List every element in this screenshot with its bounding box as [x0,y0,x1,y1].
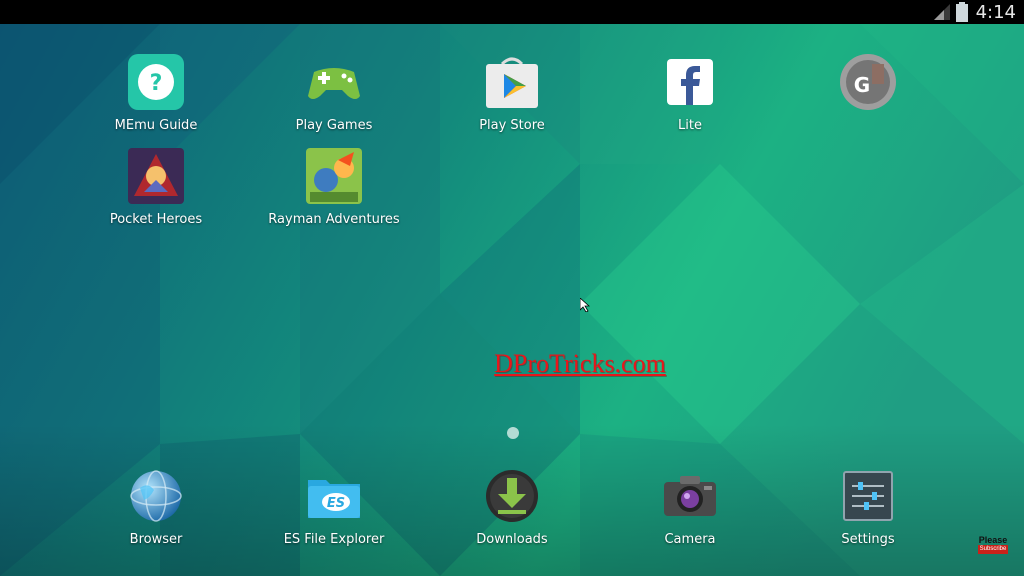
app-play-games[interactable]: Play Games [264,52,404,133]
dock-browser[interactable]: Browser [86,466,226,547]
signal-icon [934,4,950,20]
browser-globe-icon [126,466,186,526]
status-bar: 4:14 [0,0,1024,24]
google-settings-icon: G [838,52,898,112]
app-label: Play Games [295,118,373,133]
mouse-cursor-icon [580,298,590,312]
svg-text:?: ? [150,71,163,96]
rayman-adventures-icon [304,146,364,206]
app-label: Lite [678,118,702,133]
svg-text:G: G [854,73,870,97]
app-label: ES File Explorer [283,532,385,547]
play-store-icon [482,52,542,112]
pocket-heroes-icon [126,146,186,206]
clock: 4:14 [975,2,1016,23]
page-indicator-dot[interactable] [507,427,519,439]
subscribe-please-text: Please [978,535,1008,545]
dock-es-file-explorer[interactable]: ES ES File Explorer [264,466,404,547]
facebook-lite-icon [660,52,720,112]
app-memu-guide[interactable]: ? MEmu Guide [86,52,226,133]
app-label: Play Store [479,118,545,133]
watermark-text: DProTricks.com [494,349,666,378]
settings-sliders-icon [838,466,898,526]
dock-downloads[interactable]: Downloads [442,466,582,547]
dock-camera[interactable]: Camera [620,466,760,547]
svg-text:ES: ES [327,496,345,511]
app-google-settings[interactable]: G [798,52,938,118]
app-rayman-adventures[interactable]: Rayman Adventures [264,146,404,227]
es-file-explorer-icon: ES [304,466,364,526]
play-games-icon [304,52,364,112]
downloads-icon [482,466,542,526]
app-label: MEmu Guide [114,118,198,133]
subscribe-badge[interactable]: Please Subscribe [978,535,1008,554]
subscribe-button[interactable]: Subscribe [978,545,1008,554]
app-label: Browser [129,532,183,547]
app-label: Downloads [476,532,548,547]
app-label: Pocket Heroes [109,212,203,227]
app-play-store[interactable]: Play Store [442,52,582,133]
dock-settings[interactable]: Settings [798,466,938,547]
app-label: Rayman Adventures [268,212,400,227]
camera-icon [660,466,720,526]
app-label: Settings [841,532,895,547]
app-label: Camera [664,532,716,547]
memu-guide-icon: ? [126,52,186,112]
battery-icon [956,2,968,22]
app-pocket-heroes[interactable]: Pocket Heroes [86,146,226,227]
app-facebook-lite[interactable]: Lite [620,52,760,133]
home-screen: ? MEmu Guide Play Games Play Store Lite … [0,24,1024,576]
